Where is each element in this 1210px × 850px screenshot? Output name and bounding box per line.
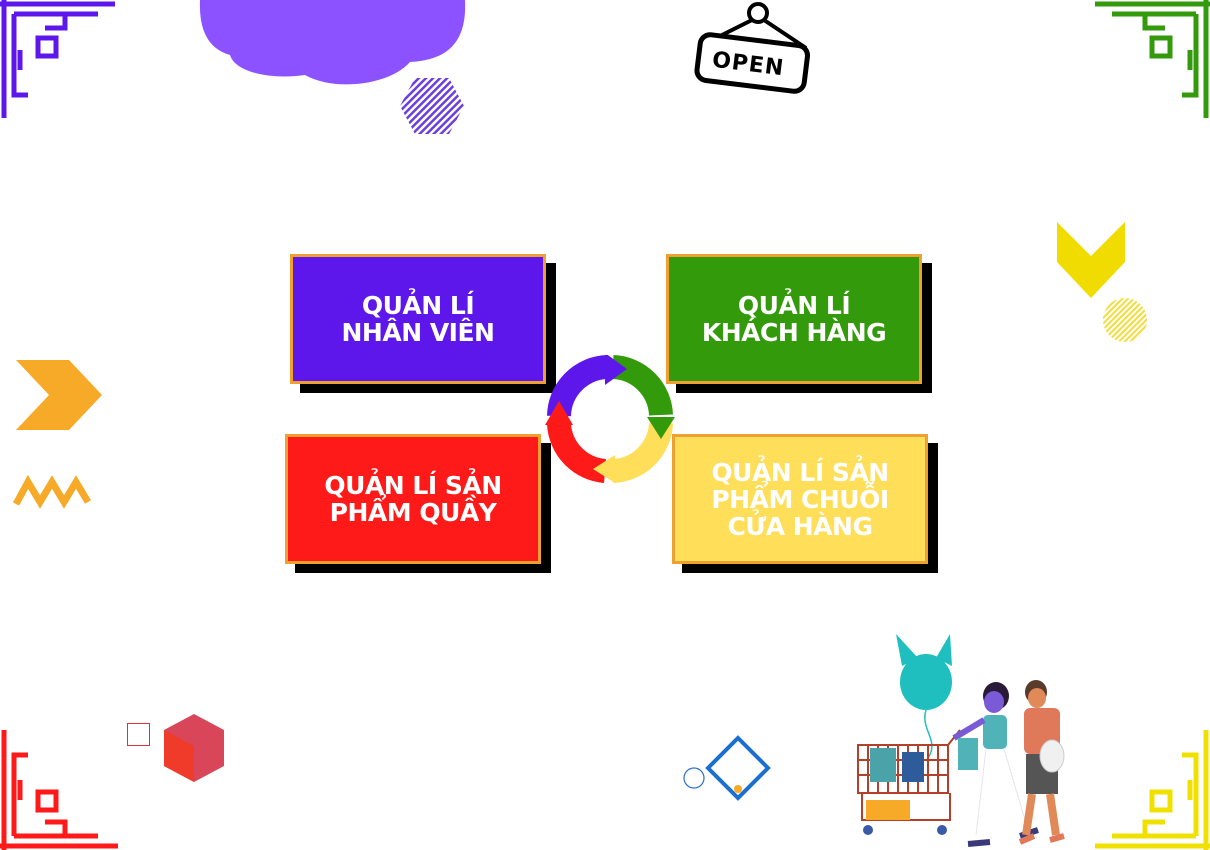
diamond-icon <box>705 735 771 801</box>
tile-label: QUẢN LÍ SẢN PHẨM CHUỖI CỬA HÀNG <box>711 457 889 541</box>
cube-icon <box>164 714 224 782</box>
tile-chain-product-management[interactable]: QUẢN LÍ SẢN PHẨM CHUỖI CỬA HÀNG <box>672 434 928 564</box>
tile-employee-management[interactable]: QUẢN LÍ NHÂN VIÊN <box>290 254 546 384</box>
corner-ornament-bottom-left <box>0 730 118 850</box>
tile-label: QUẢN LÍ KHÁCH HÀNG <box>701 291 887 347</box>
corner-ornament-top-left <box>0 0 115 118</box>
zigzag-icon <box>12 474 92 509</box>
shoppers-illustration <box>857 634 1065 847</box>
outline-circle-icon <box>683 767 705 789</box>
cycle-arrows-icon <box>545 355 675 483</box>
chevron-down-icon <box>1057 222 1125 298</box>
outline-square-icon <box>127 723 150 746</box>
chevron-right-icon <box>16 360 102 430</box>
tile-counter-product-management[interactable]: QUẢN LÍ SẢN PHẨM QUẦY <box>285 434 541 564</box>
open-sign-icon <box>694 2 811 94</box>
corner-ornament-bottom-right <box>1095 730 1210 850</box>
tile-label: QUẢN LÍ NHÂN VIÊN <box>341 291 495 347</box>
tile-label: QUẢN LÍ SẢN PHẨM QUẦY <box>324 471 502 527</box>
tile-customer-management[interactable]: QUẢN LÍ KHÁCH HÀNG <box>666 254 922 384</box>
corner-ornament-top-right <box>1095 0 1210 118</box>
striped-circle-icon <box>1103 298 1147 342</box>
hexagon-icon <box>400 78 464 134</box>
